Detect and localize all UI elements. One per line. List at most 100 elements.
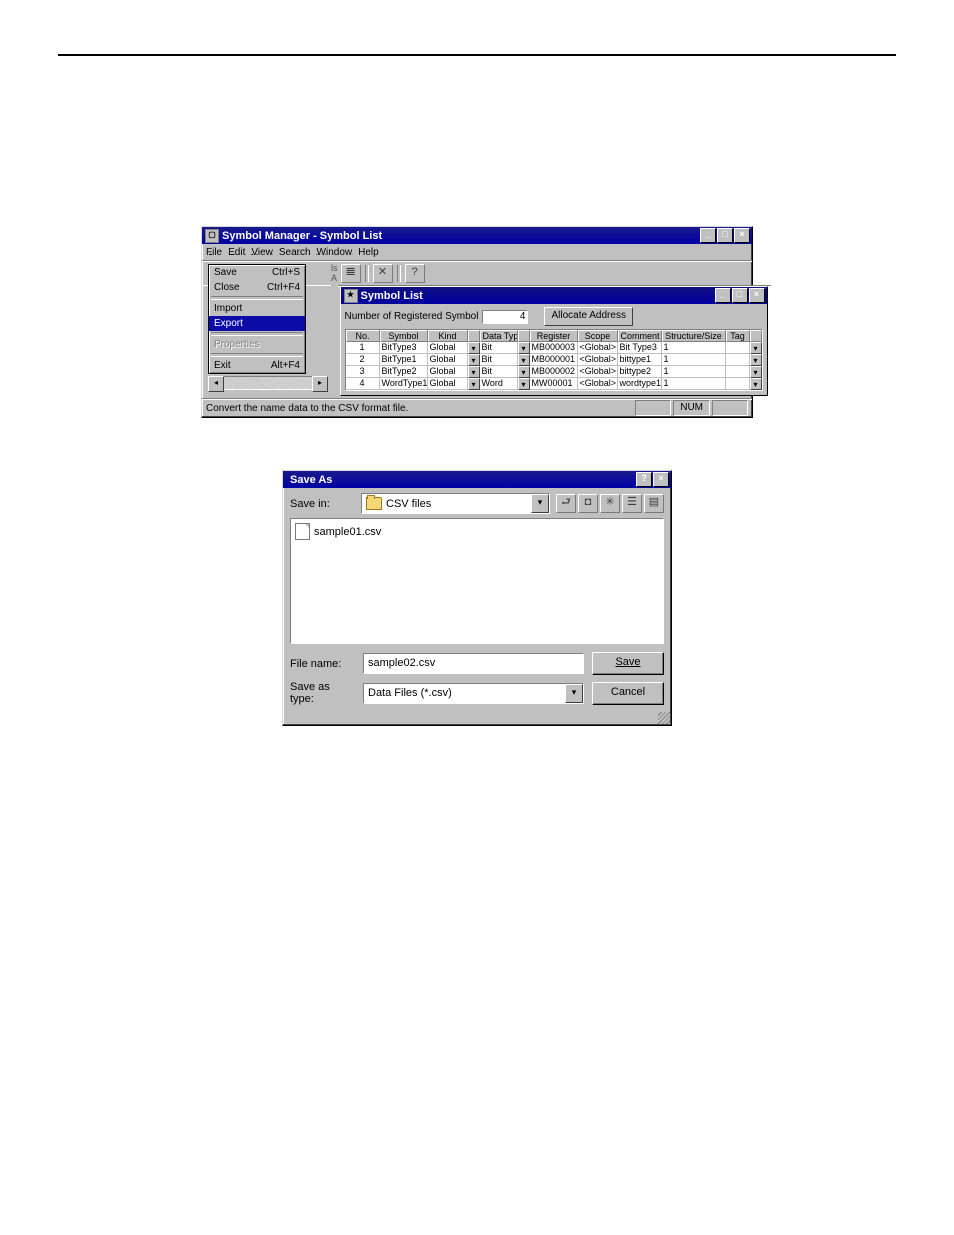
close-button[interactable]: × — [653, 472, 669, 487]
mdi-hscrollbar[interactable]: ◂ ▸ — [208, 376, 328, 390]
col-no[interactable]: No. — [346, 330, 380, 342]
col-datatype[interactable]: Data Type — [480, 330, 518, 342]
menubar[interactable]: File Edit View Search Window Help — [202, 244, 752, 261]
cell-kind[interactable]: Global — [428, 354, 468, 366]
cell-tag[interactable] — [726, 354, 750, 366]
resize-grip[interactable] — [712, 400, 748, 416]
sl-minimize-button[interactable]: _ — [715, 288, 731, 303]
menu-search[interactable]: Search — [279, 247, 311, 258]
menu-window[interactable]: Window — [317, 247, 353, 258]
help-toolbutton[interactable]: ? — [405, 264, 425, 283]
dropdown-icon[interactable] — [468, 366, 480, 378]
cell-datatype[interactable]: Bit — [480, 354, 518, 366]
cell-scope[interactable]: <Global> — [578, 378, 618, 390]
cell-register[interactable]: MB000003 — [530, 342, 578, 354]
list-item[interactable]: sample01.csv — [295, 523, 659, 540]
col-kind[interactable]: Kind — [428, 330, 468, 342]
dropdown-icon[interactable] — [518, 342, 530, 354]
col-register[interactable]: Register — [530, 330, 578, 342]
file-name-input[interactable]: sample02.csv — [363, 653, 584, 674]
cell-kind[interactable]: Global — [428, 378, 468, 390]
sl-maximize-button[interactable]: □ — [732, 288, 748, 303]
dropdown-icon[interactable] — [518, 366, 530, 378]
cell-kind[interactable]: Global — [428, 366, 468, 378]
cell-datatype[interactable]: Bit — [480, 342, 518, 354]
cell-datatype[interactable]: Bit — [480, 366, 518, 378]
menu-item-save[interactable]: Save Ctrl+S — [209, 265, 305, 280]
table-row[interactable]: 2 BitType1 Global Bit MB000001 <Global> … — [346, 354, 762, 366]
cell-symbol[interactable]: WordType1 — [380, 378, 428, 390]
dropdown-icon[interactable] — [750, 378, 762, 390]
dropdown-icon[interactable] — [750, 354, 762, 366]
col-scope[interactable]: Scope — [578, 330, 618, 342]
cell-structsize[interactable]: 1 — [662, 366, 726, 378]
cell-structsize[interactable]: 1 — [662, 354, 726, 366]
col-structsize[interactable]: Structure/Size — [662, 330, 726, 342]
save-as-type-dropdown[interactable]: Data Files (*.csv) ▾ — [363, 683, 584, 704]
dropdown-icon[interactable] — [518, 378, 530, 390]
dropdown-icon[interactable] — [750, 366, 762, 378]
cell-tag[interactable] — [726, 366, 750, 378]
save-in-dropdown[interactable]: CSV files ▾ — [361, 493, 550, 514]
menu-view[interactable]: View — [251, 247, 273, 258]
table-row[interactable]: 3 BitType2 Global Bit MB000002 <Global> … — [346, 366, 762, 378]
help-button[interactable]: ? — [636, 472, 652, 487]
delete-toolbutton[interactable]: ✕ — [373, 264, 393, 283]
cell-symbol[interactable]: BitType1 — [380, 354, 428, 366]
cell-scope[interactable]: <Global> — [578, 342, 618, 354]
save-button[interactable]: Save — [592, 652, 664, 675]
table-row[interactable]: 1 BitType3 Global Bit MB000003 <Global> … — [346, 342, 762, 354]
menu-edit[interactable]: Edit — [228, 247, 245, 258]
cell-register[interactable]: MB000001 — [530, 354, 578, 366]
dropdown-icon[interactable] — [518, 354, 530, 366]
view-details-button[interactable]: ▤ — [644, 494, 664, 513]
dropdown-icon[interactable] — [750, 342, 762, 354]
cell-comment[interactable]: wordtype1 — [618, 378, 662, 390]
cell-tag[interactable] — [726, 378, 750, 390]
cell-symbol[interactable]: BitType2 — [380, 366, 428, 378]
chevron-down-icon[interactable]: ▾ — [565, 684, 583, 703]
scroll-right-button[interactable]: ▸ — [312, 376, 328, 392]
minimize-button[interactable]: _ — [700, 228, 716, 243]
up-one-level-button[interactable]: ⮐ — [556, 494, 576, 513]
scroll-track[interactable] — [224, 376, 312, 390]
cell-comment[interactable]: Bit Type3 — [618, 342, 662, 354]
chevron-down-icon[interactable]: ▾ — [531, 494, 549, 513]
view-list-button[interactable]: ☰ — [622, 494, 642, 513]
menu-item-export[interactable]: Export — [209, 316, 305, 331]
cell-register[interactable]: MW00001 — [530, 378, 578, 390]
dropdown-icon[interactable] — [468, 354, 480, 366]
menu-file[interactable]: File — [206, 247, 222, 258]
cell-register[interactable]: MB000002 — [530, 366, 578, 378]
desktop-button[interactable]: ◘ — [578, 494, 598, 513]
close-button[interactable]: × — [734, 228, 750, 243]
cancel-button[interactable]: Cancel — [592, 682, 664, 705]
cell-comment[interactable]: bittype1 — [618, 354, 662, 366]
cell-structsize[interactable]: 1 — [662, 342, 726, 354]
col-symbol[interactable]: Symbol — [380, 330, 428, 342]
cell-scope[interactable]: <Global> — [578, 366, 618, 378]
menu-item-exit[interactable]: Exit Alt+F4 — [209, 358, 305, 373]
allocate-address-button[interactable]: Allocate Address — [544, 307, 633, 326]
maximize-button[interactable]: □ — [717, 228, 733, 243]
col-comment[interactable]: Comment — [618, 330, 662, 342]
menu-help[interactable]: Help — [358, 247, 379, 258]
cell-kind[interactable]: Global — [428, 342, 468, 354]
cell-symbol[interactable]: BitType3 — [380, 342, 428, 354]
cell-scope[interactable]: <Global> — [578, 354, 618, 366]
scroll-left-button[interactable]: ◂ — [208, 376, 224, 392]
dropdown-icon[interactable] — [468, 342, 480, 354]
sl-close-button[interactable]: × — [749, 288, 765, 303]
new-folder-button[interactable]: ✳ — [600, 494, 620, 513]
col-tag[interactable]: Tag — [726, 330, 750, 342]
cell-structsize[interactable]: 1 — [662, 378, 726, 390]
menu-item-close[interactable]: Close Ctrl+F4 — [209, 280, 305, 295]
table-row[interactable]: 4 WordType1 Global Word MW00001 <Global>… — [346, 378, 762, 390]
tool-misc-1[interactable]: 𝌆 — [341, 264, 361, 283]
menu-item-import[interactable]: Import — [209, 301, 305, 316]
dropdown-icon[interactable] — [468, 378, 480, 390]
cell-datatype[interactable]: Word — [480, 378, 518, 390]
cell-comment[interactable]: bittype2 — [618, 366, 662, 378]
cell-tag[interactable] — [726, 342, 750, 354]
file-list[interactable]: sample01.csv — [290, 518, 664, 644]
